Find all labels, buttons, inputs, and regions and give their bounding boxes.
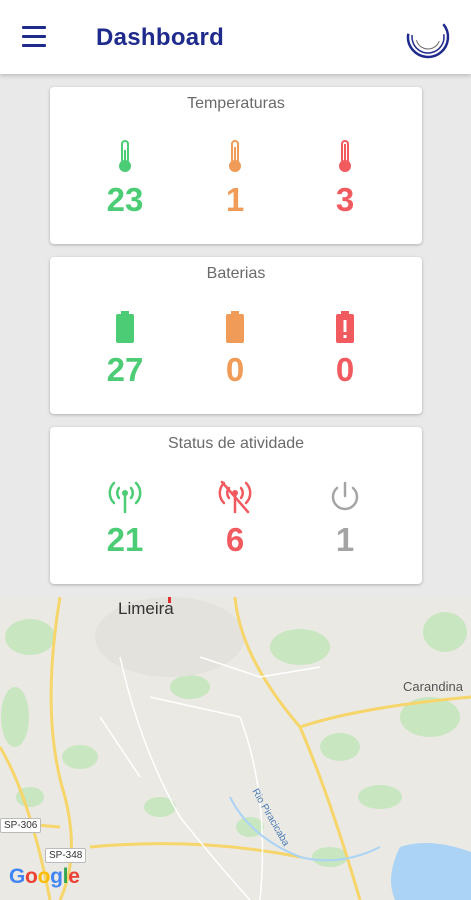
metric-value: 6	[225, 521, 245, 558]
road-shield: SP-348	[45, 848, 87, 863]
battery-half-icon	[185, 309, 285, 345]
thermometer-icon	[295, 139, 395, 175]
battery-full-icon	[75, 309, 175, 345]
thermometer-icon	[185, 139, 285, 175]
metric-value: 1	[335, 521, 355, 558]
signal-off-icon	[185, 479, 285, 515]
app-bar: Dashboard	[0, 0, 471, 74]
menu-icon[interactable]	[22, 26, 50, 48]
battery-card[interactable]: Baterias 27 0 0	[50, 257, 422, 414]
crescent-logo-icon	[406, 15, 450, 59]
metric-value: 21	[106, 521, 144, 558]
google-logo: Google	[9, 865, 80, 888]
active-devices-metric: 21	[75, 479, 175, 557]
city-label: Limeira	[118, 599, 174, 618]
road-shield: SP-306	[0, 818, 42, 833]
thermometer-icon	[75, 139, 175, 175]
temperature-normal-metric: 23	[75, 139, 175, 217]
offline-devices-metric: 6	[185, 479, 285, 557]
card-title: Temperaturas	[187, 95, 285, 112]
town-label: Carandina	[403, 679, 463, 694]
metric-value: 0	[225, 351, 245, 388]
metric-value: 23	[106, 181, 144, 218]
temperature-card[interactable]: Temperaturas 23 1 3	[50, 87, 422, 244]
card-title: Status de atividade	[167, 435, 305, 452]
card-title: Baterias	[206, 265, 266, 282]
powered-off-devices-metric: 1	[295, 479, 395, 557]
metric-value: 27	[106, 351, 144, 388]
battery-alert-metric: 0	[295, 309, 395, 387]
battery-half-metric: 0	[185, 309, 285, 387]
metric-value: 3	[335, 181, 355, 218]
power-icon	[295, 479, 395, 515]
map-view[interactable]: Limeira Carandina Rio Piracicaba SP-306 …	[0, 597, 471, 900]
activity-status-card[interactable]: Status de atividade 21 6 1	[50, 427, 422, 584]
temperature-warning-metric: 1	[185, 139, 285, 217]
battery-alert-icon	[295, 309, 395, 345]
temperature-critical-metric: 3	[295, 139, 395, 217]
battery-full-metric: 27	[75, 309, 175, 387]
metric-value: 1	[225, 181, 245, 218]
signal-icon	[75, 479, 175, 515]
page-title: Dashboard	[96, 24, 225, 51]
metric-value: 0	[335, 351, 355, 388]
